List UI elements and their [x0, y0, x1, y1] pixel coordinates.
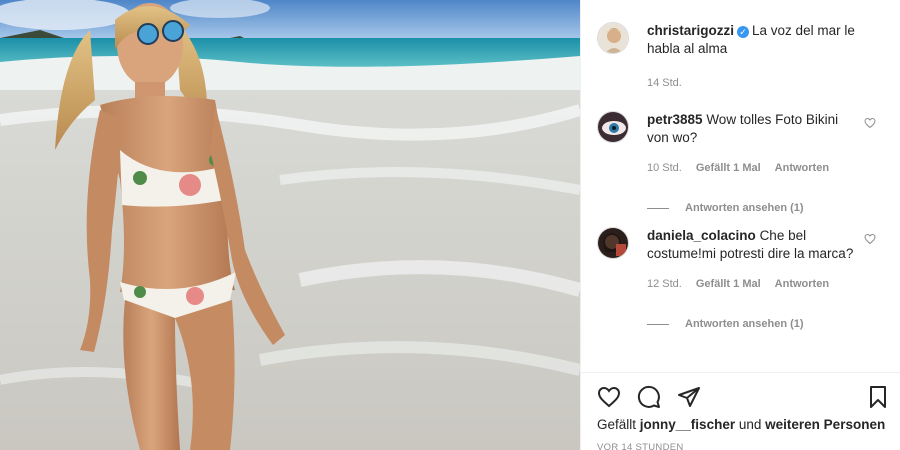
- commenter-avatar-image: [598, 112, 628, 142]
- caption-timestamp[interactable]: 14 Std.: [647, 74, 880, 92]
- post-photo[interactable]: [0, 0, 580, 450]
- instagram-post: christarigozzi ✓ La voz del mar le habla a…: [0, 0, 900, 450]
- post-actions-bar: Gefällt jonny__fischer und weiteren Pers…: [581, 372, 900, 450]
- comment-meta: 12 Std. Gefällt 1 Mal Antworten: [647, 275, 857, 293]
- comment-time[interactable]: 12 Std.: [647, 275, 682, 293]
- comment-item: daniela_colacino Che bel costume!mi potr…: [597, 227, 880, 333]
- commenter-avatar-image: [598, 228, 628, 258]
- comment-body: daniela_colacino Che bel costume!mi potr…: [647, 227, 857, 333]
- verified-badge-icon: ✓: [737, 26, 750, 38]
- likes-summary: Gefällt jonny__fischer und weiteren Pers…: [597, 417, 885, 432]
- author-avatar-image: [598, 23, 628, 53]
- view-replies-button[interactable]: Antworten ansehen (1): [647, 315, 857, 333]
- post-sidebar: christarigozzi ✓ La voz del mar le habla a…: [580, 0, 900, 450]
- likes-mid: und: [738, 417, 762, 432]
- commenter-avatar[interactable]: [597, 111, 629, 143]
- comment-icon[interactable]: [637, 385, 661, 409]
- comment-username[interactable]: petr3885: [647, 112, 703, 127]
- paper-plane-icon[interactable]: [677, 385, 701, 409]
- replies-divider: [647, 207, 669, 209]
- comment-body: petr3885 Wow tolles Foto Bikini von wo? …: [647, 111, 857, 217]
- bookmark-icon[interactable]: [866, 385, 890, 409]
- comment-item: petr3885 Wow tolles Foto Bikini von wo? …: [597, 111, 880, 217]
- author-username[interactable]: christarigozzi: [647, 23, 734, 38]
- beach-photo-image: [0, 0, 580, 450]
- post-timestamp[interactable]: VOR 14 STUNDEN: [597, 442, 684, 450]
- comment-heart-icon[interactable]: [864, 233, 876, 245]
- author-avatar[interactable]: [597, 22, 629, 54]
- view-replies-label: Antworten ansehen (1): [685, 202, 804, 214]
- action-icons: [597, 385, 701, 409]
- comment-likes[interactable]: Gefällt 1 Mal: [696, 159, 761, 177]
- comment-heart-icon[interactable]: [864, 117, 876, 129]
- reply-button[interactable]: Antworten: [775, 275, 829, 293]
- view-replies-label: Antworten ansehen (1): [685, 318, 804, 330]
- post-caption: christarigozzi ✓ La voz del mar le habla a…: [597, 22, 880, 92]
- caption-body: christarigozzi ✓ La voz del mar le habla a…: [647, 22, 880, 92]
- likes-prefix: Gefällt: [597, 417, 637, 432]
- others-likes-link[interactable]: weiteren Personen: [765, 417, 885, 432]
- replies-divider: [647, 323, 669, 325]
- comment-meta: 10 Std. Gefällt 1 Mal Antworten: [647, 159, 857, 177]
- view-replies-button[interactable]: Antworten ansehen (1): [647, 199, 857, 217]
- heart-icon[interactable]: [597, 385, 621, 409]
- commenter-avatar[interactable]: [597, 227, 629, 259]
- comment-likes[interactable]: Gefällt 1 Mal: [696, 275, 761, 293]
- comment-time[interactable]: 10 Std.: [647, 159, 682, 177]
- reply-button[interactable]: Antworten: [775, 159, 829, 177]
- liked-by-user[interactable]: jonny__fischer: [640, 417, 735, 432]
- comment-username[interactable]: daniela_colacino: [647, 228, 756, 243]
